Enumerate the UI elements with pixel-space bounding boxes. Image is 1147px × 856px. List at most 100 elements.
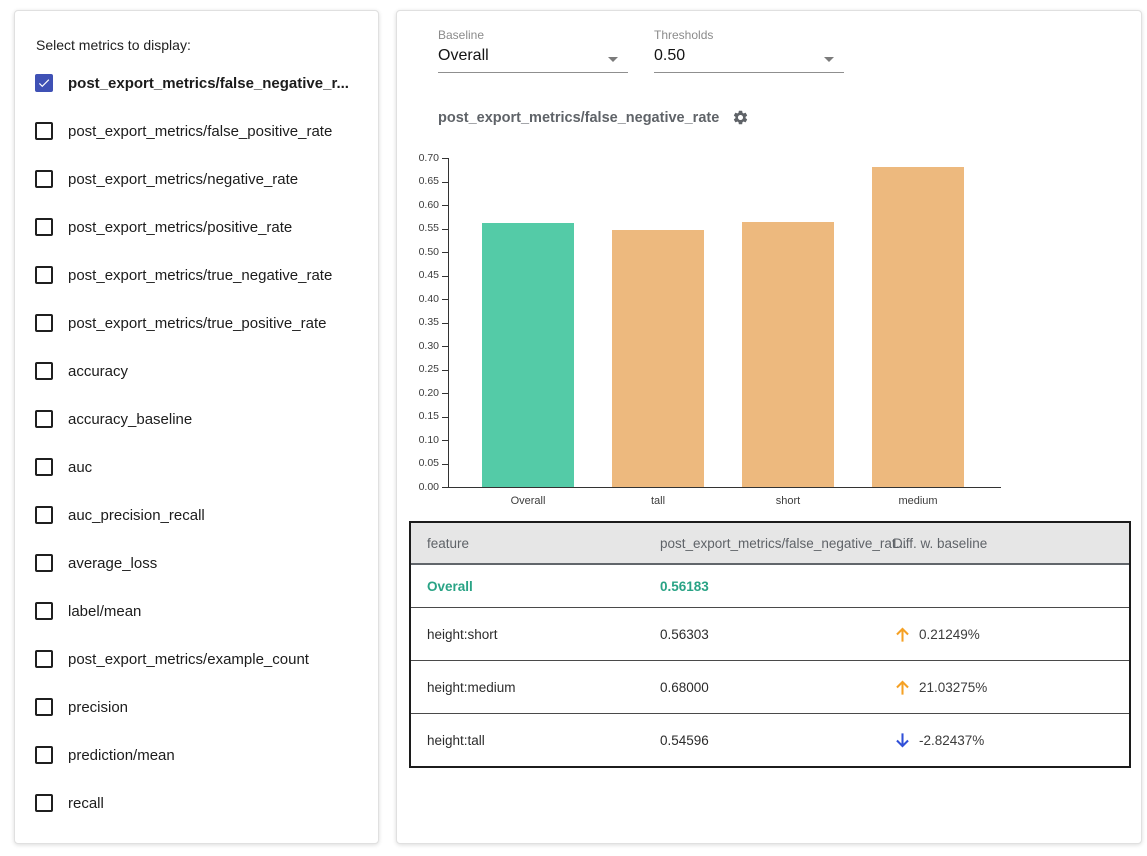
checkbox-unchecked[interactable] (35, 602, 53, 620)
x-axis-category-label: short (738, 495, 838, 507)
y-axis-tick (442, 346, 449, 347)
checkbox-unchecked[interactable] (35, 266, 53, 284)
y-axis-tick-label: 0.45 (399, 270, 439, 281)
baseline-dropdown-label: Baseline (438, 28, 628, 42)
checkbox-unchecked[interactable] (35, 314, 53, 332)
table-header-cell: feature (427, 536, 660, 551)
baseline-dropdown-value: Overall (438, 47, 628, 73)
y-axis-tick-label: 0.60 (399, 200, 439, 211)
metric-label: post_export_metrics/negative_rate (68, 171, 298, 188)
metric-label: post_export_metrics/false_positive_rate (68, 123, 332, 140)
checkbox-unchecked[interactable] (35, 506, 53, 524)
metric-list-item[interactable]: prediction/mean (35, 731, 372, 779)
x-axis-category-label: medium (868, 495, 968, 507)
y-axis-tick (442, 464, 449, 465)
y-axis-tick (442, 299, 449, 300)
x-axis-line (448, 487, 1001, 488)
checkbox-unchecked[interactable] (35, 362, 53, 380)
checkbox-unchecked[interactable] (35, 746, 53, 764)
metric-label: average_loss (68, 555, 157, 572)
y-axis-tick-label: 0.10 (399, 435, 439, 446)
diff-value: -2.82437% (919, 733, 984, 748)
y-axis-tick (442, 158, 449, 159)
metric-label: label/mean (68, 603, 141, 620)
y-axis-tick-label: 0.70 (399, 153, 439, 164)
metrics-panel: Baseline Overall Thresholds 0.50 post_ex… (396, 10, 1142, 844)
checkbox-unchecked[interactable] (35, 698, 53, 716)
y-axis-tick-label: 0.65 (399, 176, 439, 187)
y-axis-tick-label: 0.15 (399, 411, 439, 422)
thresholds-dropdown[interactable]: Thresholds 0.50 (654, 28, 844, 73)
bar-chart: 0.000.050.100.150.200.250.300.350.400.45… (397, 148, 1141, 528)
sidebar-title: Select metrics to display: (36, 37, 191, 53)
metric-list-item[interactable]: accuracy (35, 347, 372, 395)
metric-list-item[interactable]: post_export_metrics/example_count (35, 635, 372, 683)
thresholds-dropdown-label: Thresholds (654, 28, 844, 42)
metric-list-item[interactable]: post_export_metrics/false_positive_rate (35, 107, 372, 155)
y-axis-tick (442, 393, 449, 394)
metric-label: post_export_metrics/true_negative_rate (68, 267, 332, 284)
metric-list-item[interactable]: average_loss (35, 539, 372, 587)
gear-icon[interactable] (732, 109, 749, 126)
thresholds-dropdown-value: 0.50 (654, 47, 844, 73)
arrow-up-icon (893, 625, 912, 644)
chart-bar[interactable] (872, 167, 964, 487)
table-cell-value: 0.68000 (660, 680, 893, 695)
checkbox-unchecked[interactable] (35, 794, 53, 812)
baseline-dropdown[interactable]: Baseline Overall (438, 28, 628, 73)
chart-title: post_export_metrics/false_negative_rate (438, 110, 719, 126)
checkbox-unchecked[interactable] (35, 554, 53, 572)
y-axis-tick (442, 276, 449, 277)
checkbox-unchecked[interactable] (35, 170, 53, 188)
metric-label: prediction/mean (68, 747, 175, 764)
table-cell-diff: 0.21249% (893, 625, 1129, 644)
table-cell-feature: height:short (427, 627, 660, 642)
checkbox-unchecked[interactable] (35, 410, 53, 428)
y-axis-tick (442, 252, 449, 253)
metric-list-item[interactable]: post_export_metrics/false_negative_r... (35, 59, 372, 107)
chart-bar[interactable] (612, 230, 704, 487)
checkbox-unchecked[interactable] (35, 122, 53, 140)
y-axis-tick (442, 182, 449, 183)
table-row: Overall0.56183 (411, 565, 1129, 607)
table-cell-feature: height:medium (427, 680, 660, 695)
metric-label: precision (68, 699, 128, 716)
checkbox-unchecked[interactable] (35, 650, 53, 668)
metric-list-item[interactable]: post_export_metrics/positive_rate (35, 203, 372, 251)
table-header-cell: Diff. w. baseline (893, 536, 1129, 551)
metric-label: accuracy (68, 363, 128, 380)
metric-list-item[interactable]: post_export_metrics/true_positive_rate (35, 299, 372, 347)
metric-list: post_export_metrics/false_negative_r...p… (35, 59, 372, 827)
y-axis-tick (442, 440, 449, 441)
table-cell-feature: Overall (427, 579, 660, 594)
metric-list-item[interactable]: auc (35, 443, 372, 491)
metric-list-item[interactable]: auc_precision_recall (35, 491, 372, 539)
y-axis-tick-label: 0.25 (399, 364, 439, 375)
chart-bar[interactable] (482, 223, 574, 487)
y-axis-tick (442, 370, 449, 371)
chart-bar[interactable] (742, 222, 834, 487)
checkbox-unchecked[interactable] (35, 458, 53, 476)
y-axis-tick-label: 0.40 (399, 294, 439, 305)
metric-list-item[interactable]: precision (35, 683, 372, 731)
table-row: height:medium0.6800021.03275% (411, 660, 1129, 713)
metric-label: post_export_metrics/example_count (68, 651, 309, 668)
x-axis-category-label: tall (608, 495, 708, 507)
y-axis-tick (442, 205, 449, 206)
arrow-down-icon (893, 731, 912, 750)
y-axis-tick (442, 417, 449, 418)
arrow-up-icon (893, 678, 912, 697)
y-axis-tick-label: 0.20 (399, 388, 439, 399)
metric-list-item[interactable]: post_export_metrics/true_negative_rate (35, 251, 372, 299)
metric-list-item[interactable]: post_export_metrics/negative_rate (35, 155, 372, 203)
metric-list-item[interactable]: recall (35, 779, 372, 827)
metric-list-item[interactable]: label/mean (35, 587, 372, 635)
table-cell-value: 0.56183 (660, 579, 893, 594)
chevron-down-icon (824, 57, 834, 62)
checkbox-unchecked[interactable] (35, 218, 53, 236)
metric-list-item[interactable]: accuracy_baseline (35, 395, 372, 443)
table-cell-diff: -2.82437% (893, 731, 1129, 750)
y-axis-tick-label: 0.00 (399, 482, 439, 493)
y-axis-tick (442, 323, 449, 324)
checkbox-checked[interactable] (35, 74, 53, 92)
